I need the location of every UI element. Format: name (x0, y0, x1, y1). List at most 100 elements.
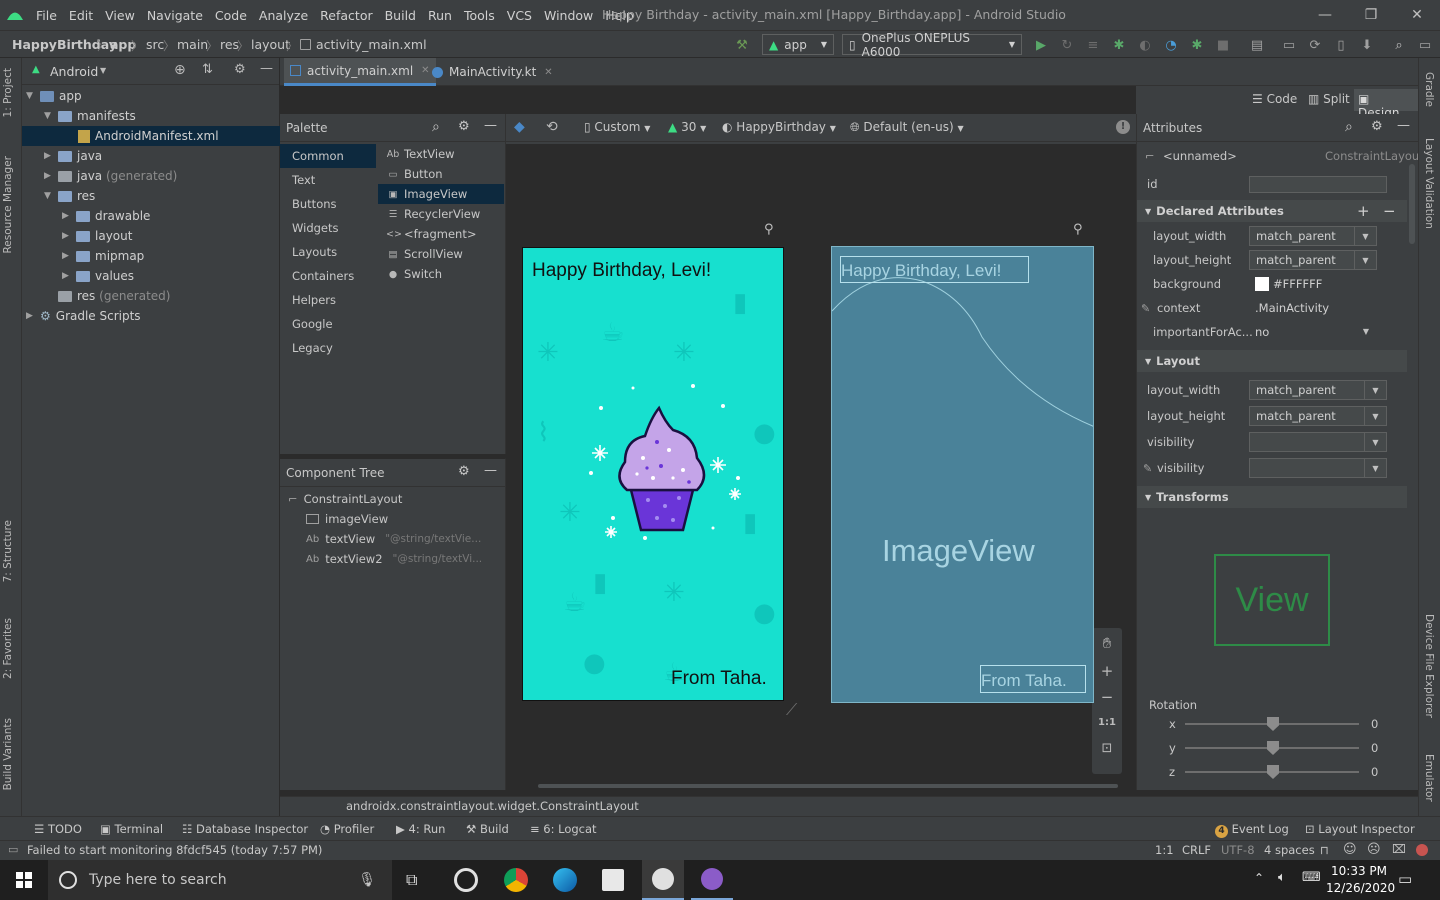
palette-item-fragment[interactable]: <> <fragment> (378, 224, 504, 244)
tree-item-res[interactable]: ▼ res (22, 186, 280, 206)
palette-item-scrollview[interactable]: ▤ ScrollView (378, 244, 504, 264)
layout-height-select[interactable]: match_parent ▼ (1249, 250, 1377, 270)
split-mode-button[interactable]: ▥ Split (1308, 92, 1350, 106)
tool-tab-build[interactable]: ⚒ Build (466, 822, 509, 836)
layout-height-select[interactable]: match_parent ▼ (1249, 406, 1387, 426)
debug-icon[interactable]: ✱ (1111, 37, 1127, 53)
gear-icon[interactable]: ⚙ (1371, 119, 1383, 134)
palette-category-buttons[interactable]: Buttons (280, 192, 376, 216)
tool-tab-run[interactable]: ▶ 4: Run (396, 822, 445, 836)
menu-analyze[interactable]: Analyze (253, 8, 314, 23)
clock-time[interactable]: 10:33 PM (1331, 864, 1387, 878)
palette-category-containers[interactable]: Containers (280, 264, 376, 288)
pan-icon[interactable]: ✋︎ (1092, 628, 1122, 658)
remove-attribute-icon[interactable]: − (1383, 202, 1396, 220)
coverage-icon[interactable]: ◐ (1137, 37, 1153, 53)
zoom-fit-icon[interactable]: ⊡ (1092, 736, 1122, 762)
apply-changes-icon[interactable]: ↻ (1059, 37, 1075, 53)
search-icon[interactable]: ⌕ (432, 119, 440, 135)
hide-icon[interactable]: — (484, 463, 497, 478)
project-structure-icon[interactable]: ▤ (1249, 37, 1265, 53)
context-value[interactable]: .MainActivity (1249, 298, 1365, 318)
lock-icon[interactable]: ⊓ (1320, 843, 1329, 857)
windows-start-icon[interactable] (0, 860, 48, 900)
tool-tab-layout-inspector[interactable]: ⊡ Layout Inspector (1305, 822, 1415, 836)
tool-tab-profiler[interactable]: ◔ Profiler (320, 822, 374, 836)
locate-icon[interactable]: ⊕ (174, 62, 186, 78)
id-input[interactable] (1249, 175, 1387, 193)
layout-width-select[interactable]: match_parent ▼ (1249, 380, 1387, 400)
indent-setting[interactable]: 4 spaces (1264, 843, 1315, 857)
section-layout[interactable]: ▼ Layout (1137, 350, 1407, 372)
breadcrumb-src[interactable]: src (146, 37, 164, 52)
menu-vcs[interactable]: VCS (501, 8, 538, 23)
tools-visibility-select[interactable]: ▼ (1249, 458, 1387, 478)
menu-window[interactable]: Window (538, 8, 599, 23)
search-icon[interactable]: ⌕ (1345, 119, 1353, 135)
palette-category-layouts[interactable]: Layouts (280, 240, 376, 264)
device-select[interactable]: ▯ Custom ▼ (584, 120, 650, 134)
zoom-in-icon[interactable]: + (1092, 658, 1122, 684)
gear-icon[interactable]: ⚙ (234, 62, 246, 77)
taskbar-search-box[interactable]: Type here to search 🎙︎ (48, 860, 392, 900)
stop-icon[interactable]: ■ (1215, 37, 1231, 53)
run-config-select[interactable]: ▲ app ▼ (762, 34, 834, 55)
add-attribute-icon[interactable]: + (1357, 202, 1370, 220)
search-icon[interactable]: ⌕ (1391, 37, 1407, 53)
status-toggle-icon[interactable]: ▭ (8, 843, 18, 856)
menu-refactor[interactable]: Refactor (314, 8, 378, 23)
tool-tab-structure[interactable]: 7: Structure (2, 520, 14, 582)
breadcrumb-layout[interactable]: layout (251, 37, 290, 52)
component-constraintlayout[interactable]: ⌐ ConstraintLayout (288, 489, 402, 509)
warning-icon[interactable]: ! (1116, 120, 1130, 134)
color-swatch[interactable] (1255, 277, 1269, 291)
caret-position[interactable]: 1:1 (1155, 843, 1174, 857)
tab-main-activity[interactable]: MainActivity.kt ✕ (426, 58, 559, 86)
device-select[interactable]: ▯ OnePlus ONEPLUS A6000 ▼ (842, 31, 1022, 59)
palette-category-common[interactable]: Common (280, 144, 376, 168)
status-message[interactable]: Failed to start monitoring 8fdcf545 (tod… (27, 843, 322, 857)
tree-item-drawable[interactable]: ▶ drawable (22, 206, 280, 226)
design-preview[interactable]: ☕︎ ✳ ▮ ⌇ ● ✳ ☕︎ ▮ ✳ ▮ ☕︎ ● ✳ ● Happy Bir… (522, 247, 784, 701)
tree-item-values[interactable]: ▶ values (22, 266, 280, 286)
close-tab-icon[interactable]: ✕ (544, 67, 552, 78)
minimize-icon[interactable]: — (1302, 0, 1348, 30)
tree-item-app[interactable]: ▼ app (22, 86, 280, 106)
chrome-app-icon[interactable] (504, 868, 528, 892)
file-encoding[interactable]: UTF-8 (1221, 843, 1255, 857)
palette-category-text[interactable]: Text (280, 168, 376, 192)
zoom-out-icon[interactable]: − (1092, 684, 1122, 710)
attributes-scrollbar[interactable] (1409, 164, 1415, 244)
design-mode-button[interactable]: ▣ Design (1354, 89, 1418, 120)
section-declared-attributes[interactable]: ▼ Declared Attributes + − (1137, 200, 1407, 222)
tree-item-android-manifest[interactable]: AndroidManifest.xml (22, 126, 280, 146)
gear-icon[interactable]: ⚙ (458, 464, 470, 479)
tree-item-layout[interactable]: ▶ layout (22, 226, 280, 246)
chevron-down-icon[interactable]: ▼ (100, 66, 106, 75)
palette-category-widgets[interactable]: Widgets (280, 216, 376, 240)
tool-tab-emulator[interactable]: Emulator (1423, 754, 1435, 802)
component-textview2[interactable]: Ab textView2 "@string/textVi... (306, 549, 482, 569)
line-separator[interactable]: CRLF (1182, 843, 1211, 857)
blueprint-preview[interactable]: Happy Birthday, Levi! ImageView From Tah… (831, 246, 1094, 703)
tree-item-mipmap[interactable]: ▶ mipmap (22, 246, 280, 266)
tool-tab-resource-manager[interactable]: Resource Manager (2, 156, 14, 254)
layout-width-select[interactable]: match_parent ▼ (1249, 226, 1377, 246)
tool-tab-terminal[interactable]: ▣ Terminal (100, 822, 163, 836)
important-for-accessibility-select[interactable]: no ▼ (1249, 322, 1377, 342)
preview-from-text[interactable]: From Taha. (671, 668, 767, 690)
menu-navigate[interactable]: Navigate (141, 8, 209, 23)
tool-tab-project[interactable]: 1: Project (2, 68, 14, 117)
background-value[interactable]: #FFFFFF (1249, 274, 1365, 294)
menu-file[interactable]: File (30, 8, 63, 23)
sync-gradle-icon[interactable]: ⟳ (1307, 37, 1323, 53)
obs-app-icon[interactable] (454, 868, 478, 892)
tool-tab-gradle[interactable]: Gradle (1423, 72, 1435, 107)
tool-tab-layout-validation[interactable]: Layout Validation (1423, 138, 1435, 229)
breadcrumb-file[interactable]: activity_main.xml (300, 37, 427, 52)
tab-activity-main[interactable]: activity_main.xml ✕ (284, 58, 436, 86)
menu-code[interactable]: Code (209, 8, 253, 23)
code-mode-button[interactable]: ☰ Code (1252, 92, 1297, 106)
resize-handle-icon[interactable]: ⟋ (786, 700, 797, 720)
keyboard-icon[interactable]: ⌨ (1302, 870, 1321, 885)
